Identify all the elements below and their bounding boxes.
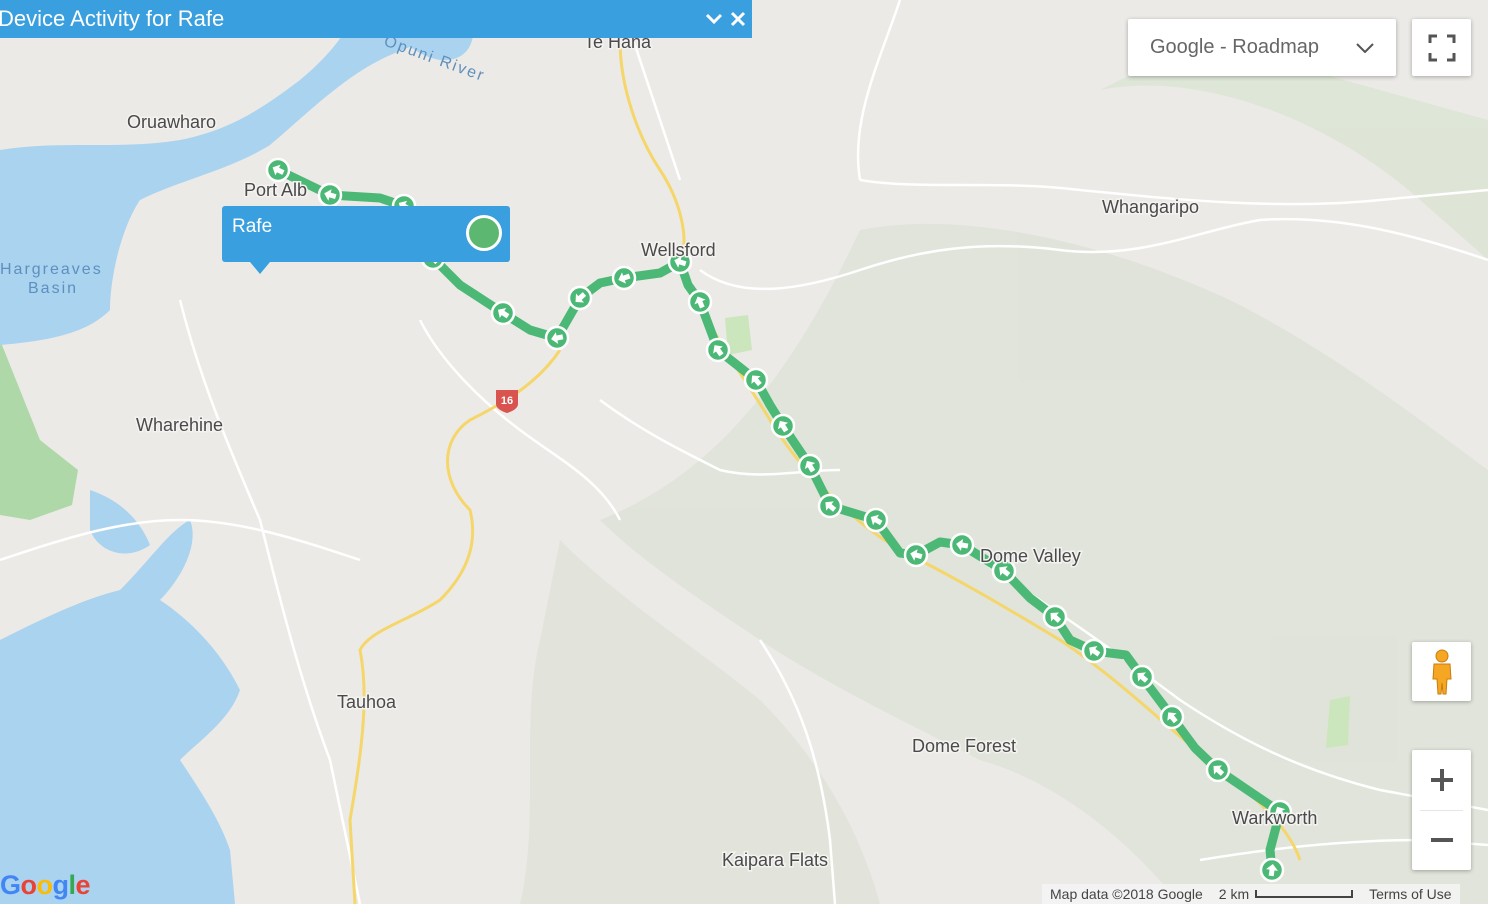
popup-device-name: Rafe bbox=[232, 216, 273, 237]
map-data-credit: Map data ©2018 Google bbox=[1050, 886, 1203, 902]
water-basin: Basin bbox=[28, 280, 78, 297]
map-type-select[interactable]: Google - Roadmap bbox=[1128, 19, 1396, 76]
google-logo: Google bbox=[0, 870, 91, 900]
arrow-icon bbox=[1042, 604, 1068, 630]
panel-title-bar: Device Activity for Rafe bbox=[0, 0, 752, 38]
place-oruawharo: Oruawharo bbox=[127, 112, 216, 132]
arrow-icon bbox=[1081, 638, 1107, 664]
street-view-button[interactable] bbox=[1412, 642, 1471, 701]
arrow-icon bbox=[949, 532, 975, 558]
zoom-in-button[interactable] bbox=[1412, 750, 1471, 810]
arrow-icon bbox=[743, 367, 769, 393]
arrow-icon bbox=[770, 413, 796, 439]
arrow-icon bbox=[863, 507, 889, 533]
scale-indicator[interactable]: 2 km bbox=[1218, 886, 1354, 902]
dropdown-chevron-icon bbox=[1356, 42, 1374, 53]
fullscreen-icon bbox=[1428, 34, 1455, 61]
arrow-icon bbox=[567, 285, 593, 311]
place-whangaripo: Whangaripo bbox=[1102, 197, 1199, 217]
terms-link[interactable]: Terms of Use bbox=[1369, 886, 1451, 902]
arrow-icon bbox=[797, 453, 823, 479]
arrow-icon bbox=[490, 300, 516, 326]
arrow-icon bbox=[1159, 704, 1185, 730]
scale-bar bbox=[1255, 890, 1354, 898]
arrow-icon bbox=[817, 493, 843, 519]
zoom-in-icon bbox=[1430, 769, 1453, 791]
device-popup[interactable]: Rafe bbox=[222, 206, 510, 274]
map-canvas[interactable]: 16 Oruawharo Port Alb Te Hana Wellsford … bbox=[0, 0, 1488, 904]
arrow-icon bbox=[705, 337, 731, 363]
highway-shield-label: 16 bbox=[501, 395, 513, 407]
place-warkworth: Warkworth bbox=[1232, 808, 1317, 828]
water-hargreaves: Hargreaves bbox=[0, 261, 103, 278]
map-attribution: Map data ©2018 Google 2 km Terms of Use bbox=[1042, 884, 1460, 904]
place-kaipara-flats: Kaipara Flats bbox=[722, 850, 828, 870]
status-indicator bbox=[466, 215, 502, 251]
place-wellsford: Wellsford bbox=[641, 240, 716, 260]
chevron-down-icon[interactable] bbox=[704, 9, 724, 29]
zoom-out-button[interactable] bbox=[1412, 810, 1471, 870]
place-port-albert: Port Alb bbox=[244, 180, 307, 200]
place-dome-valley: Dome Valley bbox=[980, 546, 1081, 566]
pegman-icon bbox=[1431, 649, 1452, 694]
arrow-icon bbox=[611, 265, 637, 291]
arrow-icon bbox=[544, 325, 570, 351]
place-tauhoa: Tauhoa bbox=[337, 692, 397, 712]
fullscreen-button[interactable] bbox=[1412, 19, 1471, 76]
arrow-icon bbox=[317, 182, 343, 208]
place-dome-forest: Dome Forest bbox=[912, 736, 1016, 756]
arrow-icon bbox=[1259, 857, 1285, 883]
arrow-icon bbox=[687, 289, 713, 315]
popup-tail bbox=[250, 262, 270, 274]
arrow-icon bbox=[1205, 757, 1231, 783]
panel-title: Device Activity for Rafe bbox=[0, 6, 225, 31]
map-type-value: Google - Roadmap bbox=[1150, 36, 1319, 58]
zoom-control bbox=[1412, 750, 1471, 870]
scale-label: 2 km bbox=[1218, 886, 1250, 902]
arrow-icon bbox=[903, 542, 929, 568]
zoom-out-icon bbox=[1430, 838, 1453, 842]
place-wharehine: Wharehine bbox=[136, 415, 223, 435]
close-icon[interactable] bbox=[728, 9, 748, 29]
arrow-icon bbox=[265, 157, 291, 183]
arrow-icon bbox=[1129, 664, 1155, 690]
